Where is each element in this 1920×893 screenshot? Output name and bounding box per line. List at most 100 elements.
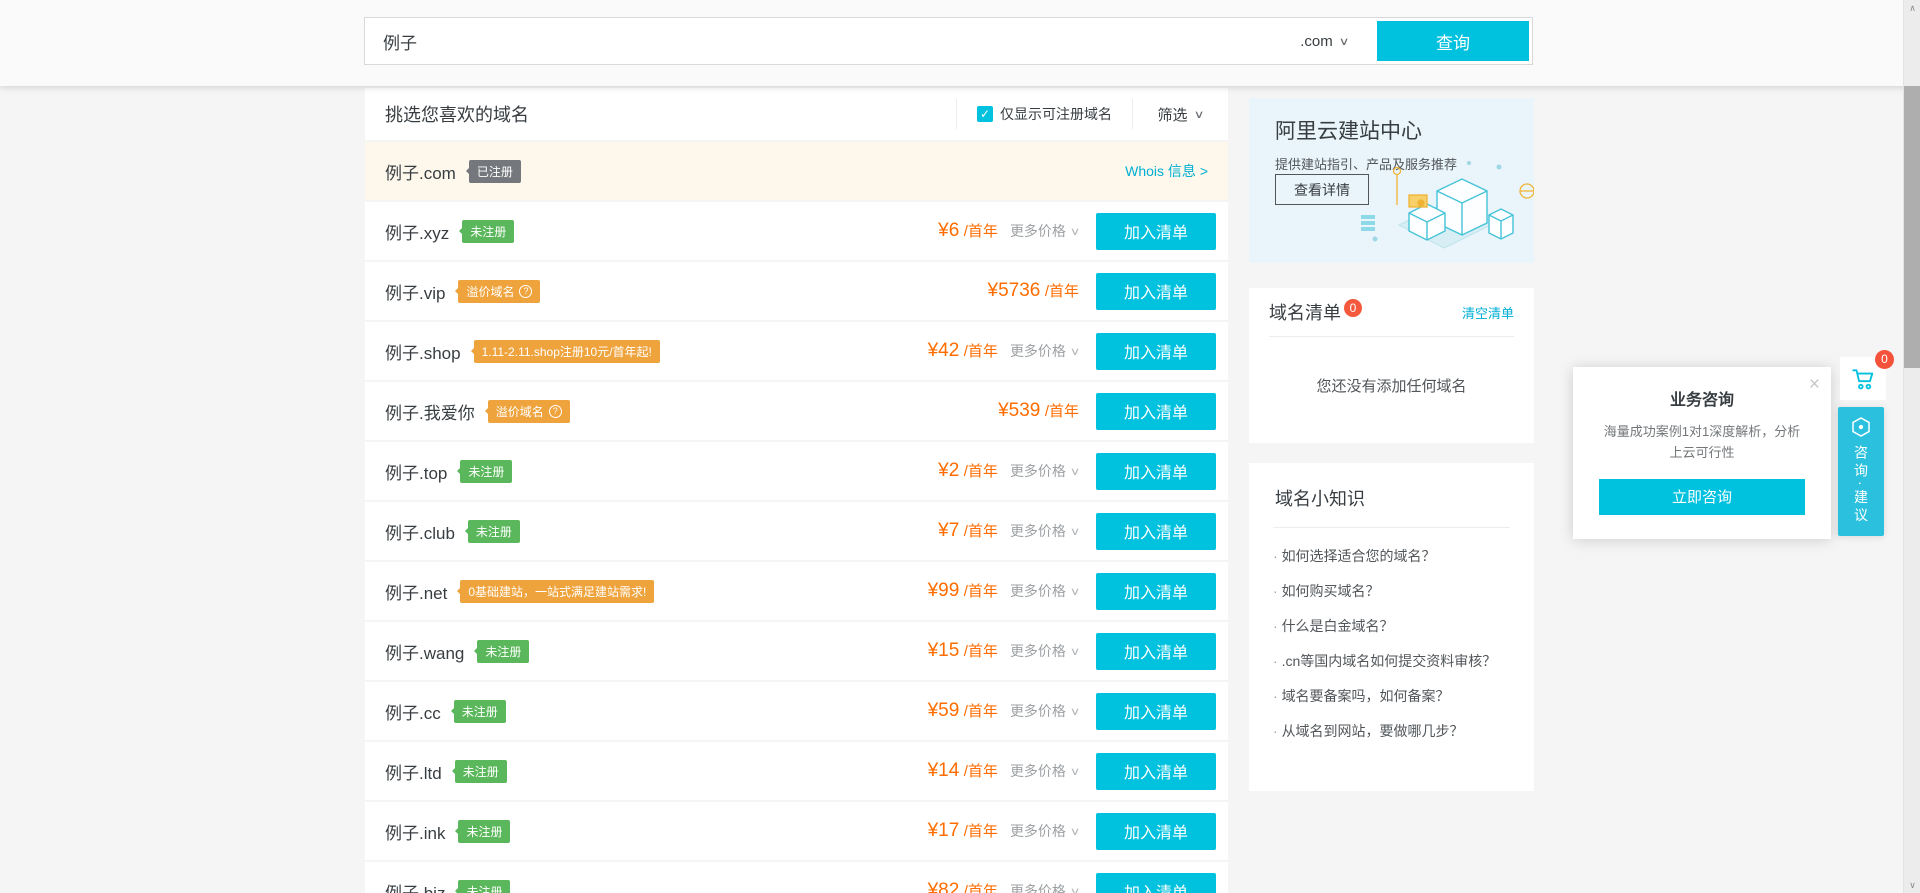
add-to-list-button[interactable]: 加入清单	[1096, 873, 1216, 893]
chevron-down-icon: ∨	[1070, 645, 1081, 658]
tld-selector[interactable]: .com ∨	[1279, 18, 1369, 64]
price-unit: /首年	[964, 703, 998, 720]
price-unit: /首年	[964, 523, 998, 540]
price: ¥539 /首年	[998, 400, 1079, 422]
price-unit: /首年	[1045, 403, 1079, 420]
more-prices-toggle[interactable]: 更多价格 ∨	[1010, 581, 1079, 601]
more-prices-toggle[interactable]: 更多价格 ∨	[1010, 641, 1079, 661]
more-prices-toggle[interactable]: 更多价格 ∨	[1010, 341, 1079, 361]
chevron-down-icon: ∨	[1070, 765, 1081, 778]
cart-count-badge: 0	[1875, 350, 1894, 369]
add-to-list-button[interactable]: 加入清单	[1096, 453, 1216, 490]
more-prices-toggle[interactable]: 更多价格 ∨	[1010, 701, 1079, 721]
domain-row: 例子.net 0基础建站，一站式满足建站需求! ¥99 /首年 更多价格 ∨ 加…	[365, 562, 1228, 620]
price-unit: /首年	[964, 463, 998, 480]
price: ¥42 /首年	[928, 340, 998, 362]
domain-name: 例子.ltd	[385, 759, 442, 784]
price-value: ¥99	[928, 580, 960, 601]
status-badge: 未注册	[477, 640, 529, 663]
more-prices-toggle[interactable]: 更多价格 ∨	[1010, 461, 1079, 481]
whois-link[interactable]: Whois 信息 >	[1125, 161, 1216, 181]
scroll-up-arrow[interactable]: ∧	[1904, 0, 1920, 16]
available-only-filter[interactable]: ✓ 仅显示可注册域名	[956, 99, 1132, 129]
domain-rows-container: 例子.xyz 未注册 ¥6 /首年 更多价格 ∨ 加入清单 例子.vip 溢价域…	[365, 202, 1228, 893]
add-to-list-button[interactable]: 加入清单	[1096, 633, 1216, 670]
more-prices-label: 更多价格	[1010, 701, 1066, 721]
status-badge: 1.11-2.11.shop注册10元/首年起!	[474, 340, 660, 363]
domain-row: 例子.我爱你 溢价域名? ¥539 /首年 加入清单	[365, 382, 1228, 440]
tld-selected-value: .com	[1300, 33, 1333, 50]
chevron-down-icon: ∨	[1070, 465, 1081, 478]
filter-dropdown[interactable]: 筛选 ∨	[1132, 99, 1228, 129]
price: ¥82 /首年	[928, 880, 998, 893]
scrollbar[interactable]: ∧ ∨	[1903, 0, 1920, 893]
domain-cart-title: 域名清单	[1269, 299, 1341, 325]
more-prices-toggle[interactable]: 更多价格 ∨	[1010, 821, 1079, 841]
add-to-list-button[interactable]: 加入清单	[1096, 333, 1216, 370]
add-to-list-button[interactable]: 加入清单	[1096, 813, 1216, 850]
business-consult-popup: × 业务咨询 海量成功案例1对1深度解析，分析上云可行性 立即咨询	[1573, 367, 1831, 539]
add-to-list-button[interactable]: 加入清单	[1096, 213, 1216, 250]
more-prices-label: 更多价格	[1010, 461, 1066, 481]
consult-now-button[interactable]: 立即咨询	[1599, 479, 1805, 515]
domain-cart-count-badge: 0	[1344, 299, 1362, 317]
result-list-header: 挑选您喜欢的域名 ✓ 仅显示可注册域名 筛选 ∨	[365, 88, 1228, 140]
tip-link[interactable]: .cn等国内域名如何提交资料审核？	[1273, 643, 1510, 678]
tip-link[interactable]: 如何购买域名？	[1273, 573, 1510, 608]
tip-link[interactable]: 域名要备案吗，如何备案？	[1273, 678, 1510, 713]
status-badge: 0基础建站，一站式满足建站需求!	[460, 580, 654, 603]
status-badge: 溢价域名?	[488, 400, 570, 423]
status-badge: 未注册	[454, 700, 506, 723]
list-title: 挑选您喜欢的域名	[365, 101, 956, 127]
price-value: ¥15	[928, 640, 960, 661]
add-to-list-button[interactable]: 加入清单	[1096, 573, 1216, 610]
help-icon[interactable]: ?	[549, 405, 562, 418]
add-to-list-button[interactable]: 加入清单	[1096, 273, 1216, 310]
domain-search-input[interactable]	[365, 18, 1279, 64]
clear-cart-link[interactable]: 清空清单	[1462, 303, 1514, 322]
price: ¥6 /首年	[938, 220, 998, 242]
more-prices-toggle[interactable]: 更多价格 ∨	[1010, 881, 1079, 893]
tip-link[interactable]: 如何选择适合您的域名？	[1273, 538, 1510, 573]
consult-suggest-bar[interactable]: 咨询·建议	[1838, 407, 1884, 536]
site-builder-banner[interactable]: 阿里云建站中心 提供建站指引、产品及服务推荐 查看详情	[1249, 98, 1534, 263]
tips-links: 如何选择适合您的域名？如何购买域名？什么是白金域名？.cn等国内域名如何提交资料…	[1273, 528, 1510, 748]
close-icon[interactable]: ×	[1809, 374, 1820, 396]
price-value: ¥42	[928, 340, 960, 361]
domain-name: 例子.club	[385, 519, 455, 544]
domain-name: 例子.net	[385, 579, 447, 604]
help-icon[interactable]: ?	[519, 285, 532, 298]
add-to-list-button[interactable]: 加入清单	[1096, 513, 1216, 550]
domain-row: 例子.wang 未注册 ¥15 /首年 更多价格 ∨ 加入清单	[365, 622, 1228, 680]
scroll-down-arrow[interactable]: ∨	[1904, 877, 1920, 893]
available-only-checkbox[interactable]: ✓	[977, 106, 993, 122]
more-prices-label: 更多价格	[1010, 881, 1066, 893]
status-badge: 溢价域名?	[458, 280, 540, 303]
add-to-list-button[interactable]: 加入清单	[1096, 393, 1216, 430]
domain-tips-panel: 域名小知识 如何选择适合您的域名？如何购买域名？什么是白金域名？.cn等国内域名…	[1249, 463, 1534, 791]
tip-link[interactable]: 什么是白金域名？	[1273, 608, 1510, 643]
more-prices-label: 更多价格	[1010, 521, 1066, 541]
domain-name: 例子.xyz	[385, 219, 449, 244]
query-button[interactable]: 查询	[1377, 21, 1529, 61]
cart-icon	[1850, 366, 1876, 392]
status-badge: 已注册	[469, 160, 521, 183]
price-value: ¥17	[928, 820, 960, 841]
chevron-down-icon: ∨	[1070, 225, 1081, 238]
domain-row: 例子.vip 溢价域名? ¥5736 /首年 加入清单	[365, 262, 1228, 320]
domain-name: 例子.vip	[385, 279, 445, 304]
scrollbar-thumb[interactable]	[1904, 86, 1920, 368]
more-prices-toggle[interactable]: 更多价格 ∨	[1010, 761, 1079, 781]
tip-link[interactable]: 从域名到网站，要做哪几步？	[1273, 713, 1510, 748]
add-to-list-button[interactable]: 加入清单	[1096, 753, 1216, 790]
chat-hexagon-icon	[1849, 415, 1873, 439]
chevron-down-icon: ∨	[1070, 705, 1081, 718]
chevron-down-icon: ∨	[1070, 585, 1081, 598]
floating-cart-button[interactable]: 0	[1840, 357, 1886, 400]
add-to-list-button[interactable]: 加入清单	[1096, 693, 1216, 730]
domain-name: 例子.cc	[385, 699, 441, 724]
status-badge: 未注册	[460, 460, 512, 483]
more-prices-toggle[interactable]: 更多价格 ∨	[1010, 221, 1079, 241]
more-prices-toggle[interactable]: 更多价格 ∨	[1010, 521, 1079, 541]
price: ¥7 /首年	[938, 520, 998, 542]
